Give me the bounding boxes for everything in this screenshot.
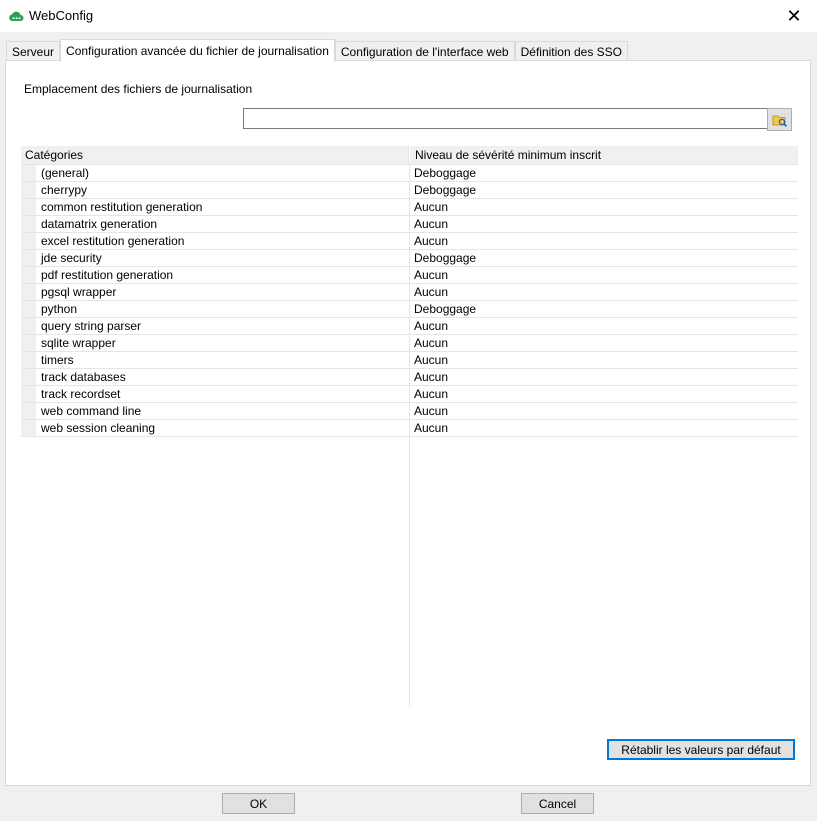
category-cell[interactable]: web session cleaning xyxy=(36,420,409,437)
window-title: WebConfig xyxy=(29,8,94,23)
row-header[interactable] xyxy=(21,233,36,250)
row-header[interactable] xyxy=(21,352,36,369)
severity-cell[interactable]: Aucun xyxy=(410,216,798,233)
severity-cell[interactable]: Aucun xyxy=(410,420,798,437)
table-row[interactable]: cherrypy Deboggage xyxy=(21,182,798,199)
row-header[interactable] xyxy=(21,386,36,403)
severity-cell[interactable]: Deboggage xyxy=(410,250,798,267)
category-cell[interactable]: track databases xyxy=(36,369,409,386)
grid-rows: (general) Deboggage cherrypy Deboggage com… xyxy=(21,165,798,437)
tab-serveur[interactable]: Serveur xyxy=(6,41,61,62)
category-cell[interactable]: web command line xyxy=(36,403,409,420)
close-button[interactable]: ✕ xyxy=(771,0,817,32)
row-header[interactable] xyxy=(21,420,36,437)
category-cell[interactable]: query string parser xyxy=(36,318,409,335)
category-cell[interactable]: pgsql wrapper xyxy=(36,284,409,301)
tab-panel: Emplacement des fichiers de journalisati… xyxy=(5,60,811,786)
category-cell[interactable]: pdf restitution generation xyxy=(36,267,409,284)
row-header[interactable] xyxy=(21,284,36,301)
log-location-input[interactable] xyxy=(243,108,773,129)
reset-defaults-button[interactable]: Rétablir les valeurs par défaut xyxy=(607,739,795,760)
severity-cell[interactable]: Aucun xyxy=(410,369,798,386)
category-cell[interactable]: cherrypy xyxy=(36,182,409,199)
severity-cell[interactable]: Aucun xyxy=(410,403,798,420)
row-header[interactable] xyxy=(21,335,36,352)
tab-web-interface[interactable]: Configuration de l'interface web xyxy=(334,41,515,62)
title-bar: WebConfig ✕ xyxy=(0,0,817,32)
row-header[interactable] xyxy=(21,318,36,335)
severity-cell[interactable]: Aucun xyxy=(410,386,798,403)
category-cell[interactable]: python xyxy=(36,301,409,318)
row-header[interactable] xyxy=(21,216,36,233)
table-row[interactable]: track databases Aucun xyxy=(21,369,798,386)
grid-header: Catégories Niveau de sévérité minimum in… xyxy=(21,146,798,165)
table-row[interactable]: query string parser Aucun xyxy=(21,318,798,335)
table-row[interactable]: python Deboggage xyxy=(21,301,798,318)
header-categories[interactable]: Catégories xyxy=(21,146,409,164)
table-row[interactable]: common restitution generation Aucun xyxy=(21,199,798,216)
category-cell[interactable]: common restitution generation xyxy=(36,199,409,216)
row-header[interactable] xyxy=(21,369,36,386)
table-row[interactable]: track recordset Aucun xyxy=(21,386,798,403)
category-cell[interactable]: sqlite wrapper xyxy=(36,335,409,352)
log-categories-grid: Catégories Niveau de sévérité minimum in… xyxy=(21,146,798,707)
tab-log-config[interactable]: Configuration avancée du fichier de jour… xyxy=(60,39,335,62)
table-row[interactable]: datamatrix generation Aucun xyxy=(21,216,798,233)
category-cell[interactable]: excel restitution generation xyxy=(36,233,409,250)
table-row[interactable]: sqlite wrapper Aucun xyxy=(21,335,798,352)
row-header[interactable] xyxy=(21,199,36,216)
close-icon: ✕ xyxy=(786,5,802,26)
cloud-icon xyxy=(9,11,24,21)
category-cell[interactable]: (general) xyxy=(36,165,409,182)
row-header[interactable] xyxy=(21,267,36,284)
table-row[interactable]: web command line Aucun xyxy=(21,403,798,420)
cancel-button[interactable]: Cancel xyxy=(521,793,594,814)
severity-cell[interactable]: Deboggage xyxy=(410,165,798,182)
log-location-label: Emplacement des fichiers de journalisati… xyxy=(24,82,253,96)
table-row[interactable]: web session cleaning Aucun xyxy=(21,420,798,437)
table-row[interactable]: jde security Deboggage xyxy=(21,250,798,267)
ok-button[interactable]: OK xyxy=(222,793,295,814)
table-row[interactable]: pdf restitution generation Aucun xyxy=(21,267,798,284)
severity-cell[interactable]: Aucun xyxy=(410,318,798,335)
severity-cell[interactable]: Aucun xyxy=(410,199,798,216)
category-cell[interactable]: timers xyxy=(36,352,409,369)
tab-strip: Serveur Configuration avancée du fichier… xyxy=(6,39,628,62)
tab-sso[interactable]: Définition des SSO xyxy=(514,41,628,62)
header-severity[interactable]: Niveau de sévérité minimum inscrit xyxy=(410,146,798,164)
row-header[interactable] xyxy=(21,182,36,199)
category-cell[interactable]: datamatrix generation xyxy=(36,216,409,233)
table-row[interactable]: (general) Deboggage xyxy=(21,165,798,182)
severity-cell[interactable]: Aucun xyxy=(410,335,798,352)
category-cell[interactable]: track recordset xyxy=(36,386,409,403)
severity-cell[interactable]: Deboggage xyxy=(410,182,798,199)
category-cell[interactable]: jde security xyxy=(36,250,409,267)
table-row[interactable]: timers Aucun xyxy=(21,352,798,369)
row-header[interactable] xyxy=(21,165,36,182)
browse-button[interactable] xyxy=(767,108,792,131)
table-row[interactable]: pgsql wrapper Aucun xyxy=(21,284,798,301)
row-header[interactable] xyxy=(21,403,36,420)
folder-browse-icon xyxy=(772,115,787,127)
row-header[interactable] xyxy=(21,250,36,267)
row-header[interactable] xyxy=(21,301,36,318)
severity-cell[interactable]: Aucun xyxy=(410,267,798,284)
severity-cell[interactable]: Aucun xyxy=(410,352,798,369)
severity-cell[interactable]: Aucun xyxy=(410,233,798,250)
table-row[interactable]: excel restitution generation Aucun xyxy=(21,233,798,250)
severity-cell[interactable]: Aucun xyxy=(410,284,798,301)
severity-cell[interactable]: Deboggage xyxy=(410,301,798,318)
